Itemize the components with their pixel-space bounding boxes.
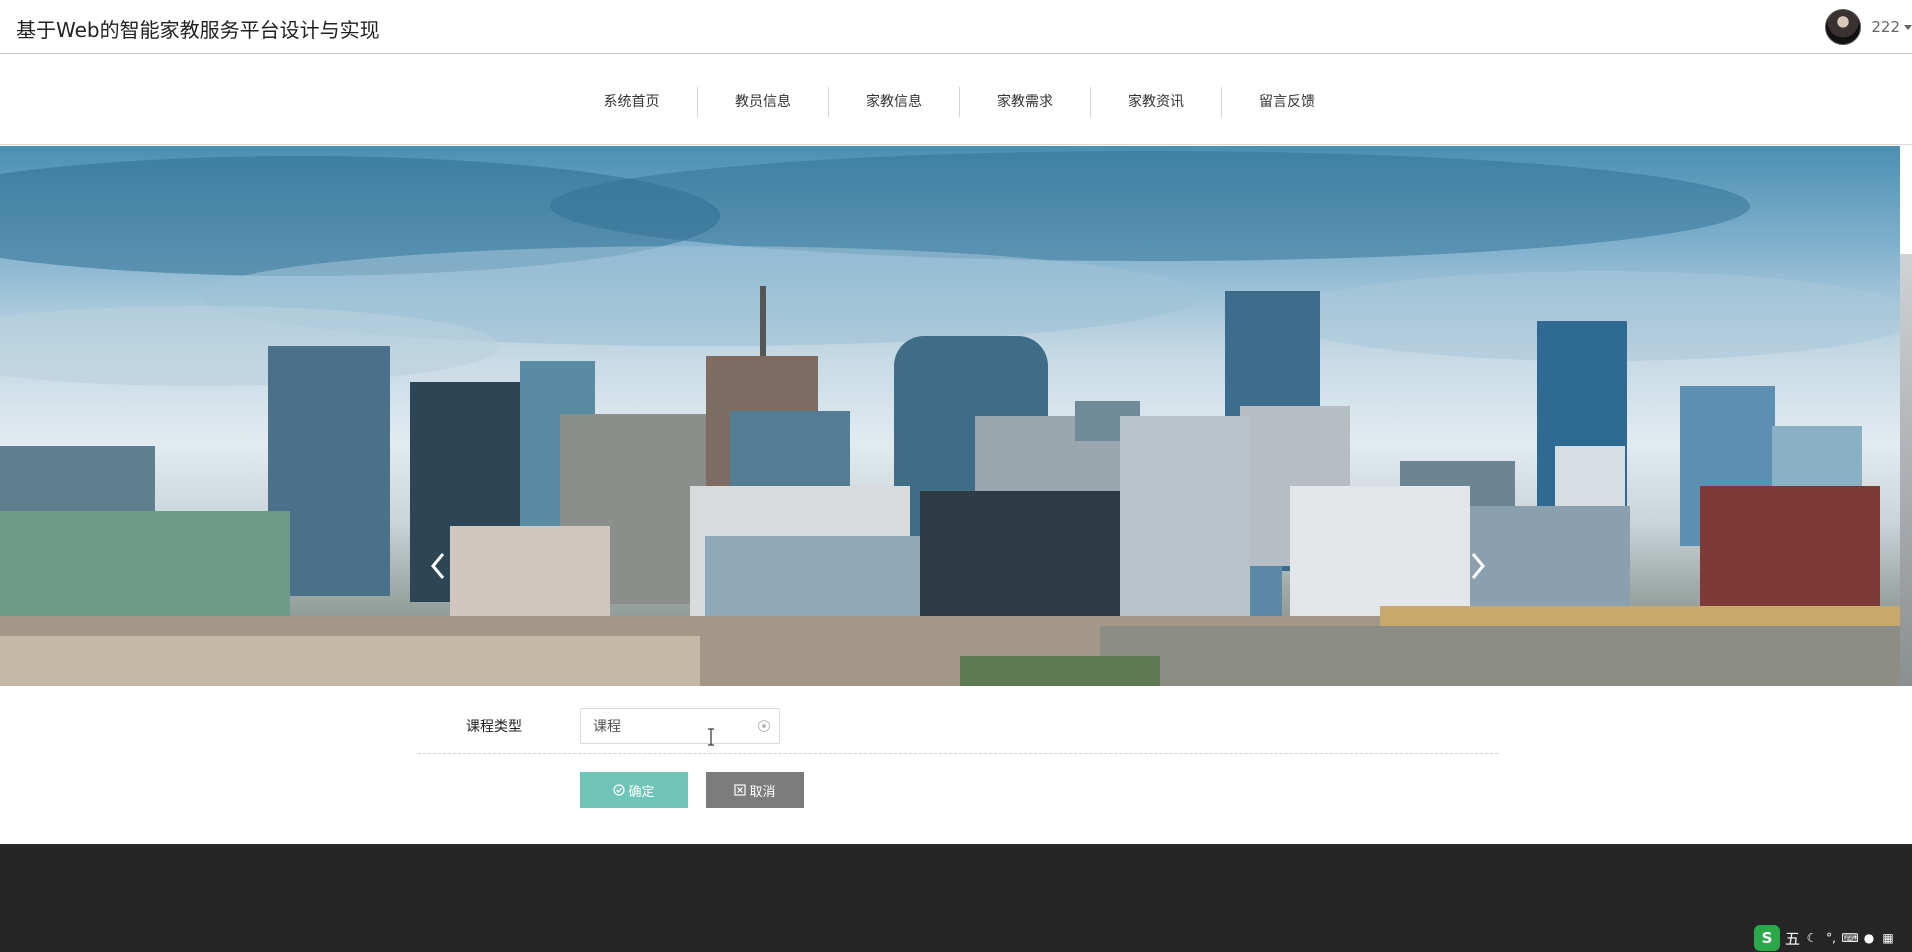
city-skyline-image [0,151,1900,686]
page-footer [0,844,1912,952]
nav-list: 系统首页 教员信息 家教信息 家教需求 家教资讯 留言反馈 [566,87,1352,117]
clear-input-icon[interactable] [758,720,770,732]
moon-icon[interactable]: ☾ [1805,931,1819,945]
ime-mode-indicator[interactable]: 五 [1785,928,1800,949]
nav-item-feedback[interactable]: 留言反馈 [1221,87,1352,117]
ime-toolbar[interactable]: S 五 ☾ °, ⌨ ● ▦ [1752,924,1912,952]
keyboard-icon[interactable]: ⌨ [1841,931,1858,945]
cancel-button-label: 取消 [749,784,776,800]
grid-icon[interactable]: ▦ [1881,931,1895,945]
cancel-button[interactable]: 取消 [706,772,804,808]
nav-item-tutoring-info[interactable]: 家教信息 [828,87,959,117]
chevron-left-icon[interactable] [426,546,450,586]
banner-carousel[interactable] [0,146,1900,686]
confirm-button-label: 确定 [628,784,655,800]
site-title: 基于Web的智能家教服务平台设计与实现 [16,18,380,42]
top-header: 基于Web的智能家教服务平台设计与实现 222 [0,0,1912,54]
check-circle-icon [613,784,626,796]
nav-item-tutoring-news[interactable]: 家教资讯 [1090,87,1221,117]
text-cursor-icon [708,728,714,746]
chevron-down-icon[interactable] [1904,24,1912,30]
close-square-icon [734,784,747,796]
course-type-input[interactable] [580,708,780,744]
punctuation-icon[interactable]: °, [1824,931,1838,945]
chevron-right-icon[interactable] [1466,546,1490,586]
page-scrollbar-edge [1900,146,1912,686]
nav-item-home[interactable]: 系统首页 [566,87,697,117]
course-type-row: 课程类型 [418,706,1498,754]
nav-item-tutor-info[interactable]: 教员信息 [697,87,828,117]
user-name[interactable]: 222 [1871,18,1900,36]
course-type-label: 课程类型 [466,719,522,735]
main-nav: 系统首页 教员信息 家教信息 家教需求 家教资讯 留言反馈 [0,55,1912,145]
user-avatar[interactable] [1825,9,1862,45]
user-menu[interactable]: 222 [1825,8,1912,46]
confirm-button[interactable]: 确定 [580,772,688,808]
ime-logo-icon[interactable]: S [1754,925,1780,951]
nav-item-tutoring-demand[interactable]: 家教需求 [959,87,1090,117]
user-icon[interactable]: ● [1862,931,1876,945]
